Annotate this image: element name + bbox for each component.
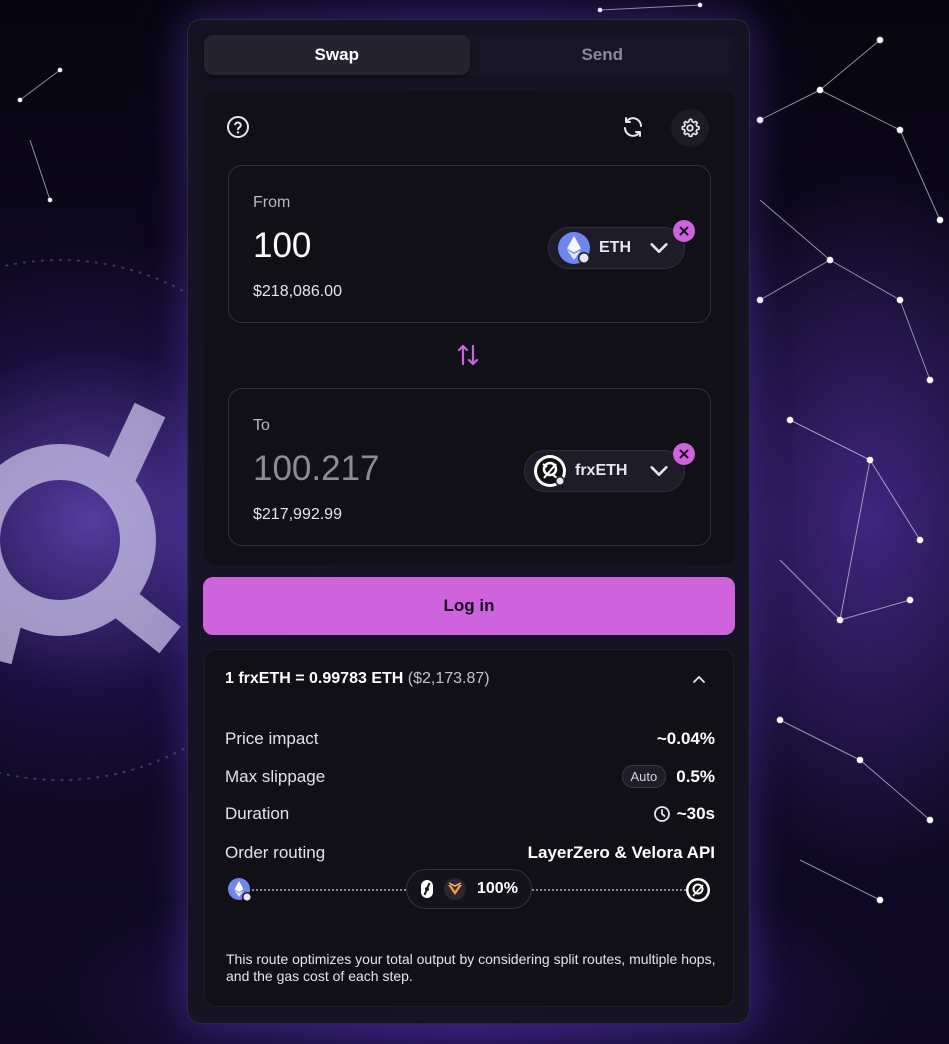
route-step[interactable]: 100% <box>406 869 532 909</box>
to-usd-value: $217,992.99 <box>253 506 342 523</box>
to-token-select[interactable]: frxETH <box>524 450 685 492</box>
switch-tokens-button[interactable] <box>456 342 480 373</box>
from-token-symbol: ETH <box>599 239 631 256</box>
from-amount-input[interactable]: 100 <box>253 226 311 266</box>
route-end-token <box>685 877 711 908</box>
help-circle-icon <box>227 116 249 138</box>
from-label: From <box>253 194 291 211</box>
duration-row: Duration ~30s <box>225 804 715 824</box>
refresh-button[interactable] <box>616 110 650 144</box>
to-token-remove-button[interactable] <box>673 443 695 465</box>
from-usd-value: $218,086.00 <box>253 283 342 300</box>
tab-bar: Swap Send <box>204 35 735 75</box>
to-card: To 100.217 $217,992.99 frxETH <box>228 388 711 546</box>
order-routing-row: Order routing LayerZero & Velora API <box>225 843 715 863</box>
auto-slippage-badge[interactable]: Auto <box>621 765 667 788</box>
layerzero-icon <box>421 880 433 898</box>
route-note: This route optimizes your total output b… <box>226 951 716 984</box>
from-token-remove-button[interactable] <box>673 220 695 242</box>
chevron-down-icon <box>650 466 668 476</box>
exchange-rate-usd: ($2,173.87) <box>407 670 490 687</box>
to-label: To <box>253 417 270 434</box>
price-impact-value: ~0.04% <box>656 729 715 748</box>
quote-details: 1 frxETH = 0.99783 ETH ($2,173.87) Price… <box>204 649 734 1007</box>
swap-arrows-icon <box>457 344 479 366</box>
max-slippage-value: 0.5% <box>676 766 715 786</box>
settings-button[interactable] <box>671 109 709 147</box>
frax-logo-art <box>0 402 181 665</box>
frxeth-token-icon <box>686 878 710 902</box>
price-impact-row: Price impact ~0.04% <box>225 729 715 749</box>
close-icon <box>679 449 689 459</box>
max-slippage-label: Max slippage <box>225 766 326 786</box>
velora-icon <box>444 878 466 900</box>
from-token-select[interactable]: ETH <box>548 227 685 269</box>
help-button[interactable] <box>221 110 255 144</box>
login-button[interactable]: Log in <box>203 577 735 635</box>
duration-label: Duration <box>225 804 290 823</box>
route-start-token <box>227 877 253 908</box>
to-amount-output: 100.217 <box>253 449 380 488</box>
to-token-symbol: frxETH <box>575 462 628 479</box>
price-impact-label: Price impact <box>225 729 319 748</box>
gear-icon <box>681 118 700 138</box>
from-card: From 100 $218,086.00 ETH <box>228 165 711 323</box>
eth-token-icon <box>228 878 252 902</box>
duration-value: ~30s <box>676 804 715 823</box>
collapse-details-button[interactable] <box>691 672 707 693</box>
duration-values: ~30s <box>653 804 715 824</box>
chevron-down-icon <box>650 243 668 253</box>
refresh-icon <box>624 117 642 137</box>
frxeth-token-icon <box>534 455 566 487</box>
swap-panel: Swap Send From 100 $218,086.00 ETH To 10… <box>187 19 750 1024</box>
tab-send[interactable]: Send <box>470 35 736 75</box>
clock-icon <box>653 806 670 822</box>
max-slippage-values: Auto 0.5% <box>621 765 715 788</box>
chevron-up-icon <box>693 676 705 683</box>
order-routing-label: Order routing <box>225 843 326 862</box>
exchange-rate: 1 frxETH = 0.99783 ETH ($2,173.87) <box>225 670 490 688</box>
max-slippage-row: Max slippage Auto 0.5% <box>225 765 715 788</box>
eth-token-icon <box>558 232 590 264</box>
close-icon <box>679 226 689 236</box>
tab-swap[interactable]: Swap <box>204 35 470 75</box>
exchange-rate-text: 1 frxETH = 0.99783 ETH <box>225 670 404 687</box>
order-routing-value: LayerZero & Velora API <box>527 843 715 862</box>
route-percent: 100% <box>477 880 518 897</box>
